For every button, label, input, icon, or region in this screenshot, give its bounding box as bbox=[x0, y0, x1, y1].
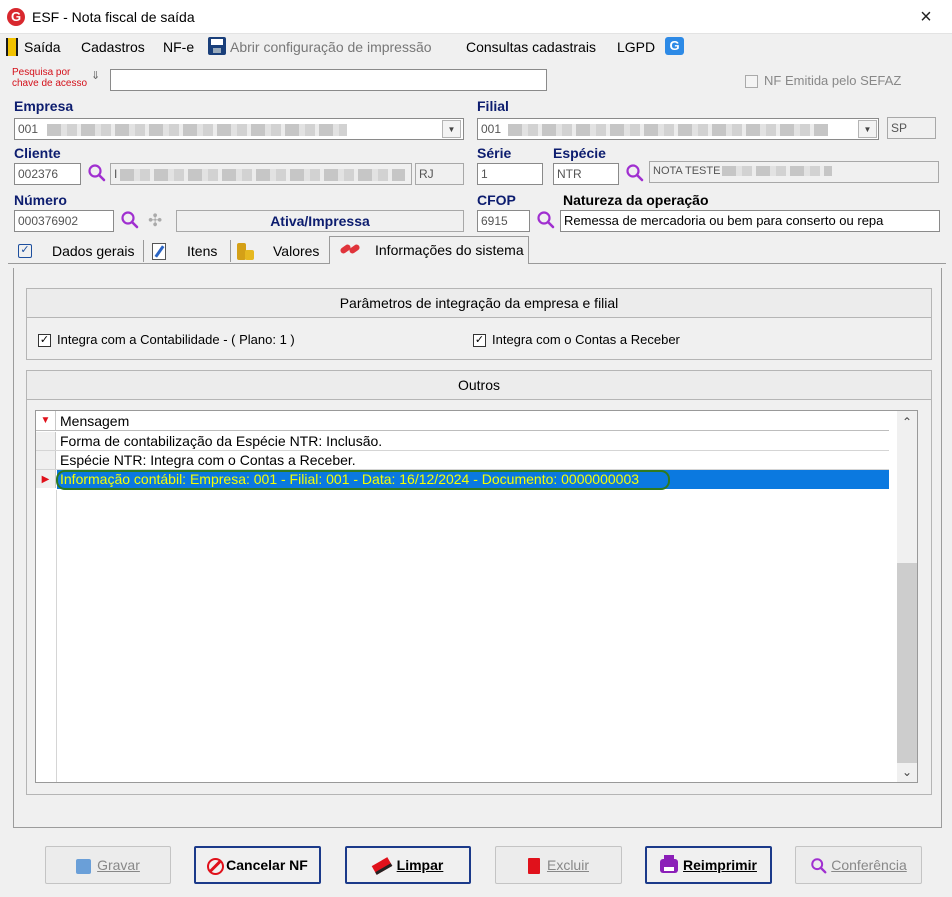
menu-consultas-cadastrais[interactable]: Consultas cadastrais bbox=[466, 37, 596, 57]
exit-door-icon bbox=[6, 38, 18, 56]
integra-contabilidade-checkbox[interactable]: ✓ Integra com a Contabilidade - ( Plano: … bbox=[38, 332, 295, 348]
serie-label: Série bbox=[477, 145, 512, 161]
window-title: ESF - Nota fiscal de saída bbox=[32, 9, 195, 25]
menu-saida[interactable]: Saída bbox=[24, 37, 61, 57]
numero-field[interactable]: 000376902 bbox=[14, 210, 114, 232]
especie-desc-field: NOTA TESTE bbox=[649, 161, 939, 183]
grid-header: ▼ Mensagem bbox=[36, 411, 889, 431]
filial-uf: SP bbox=[887, 117, 936, 139]
lgpd-logo-icon[interactable]: G bbox=[665, 37, 684, 55]
natureza-field[interactable]: Remessa de mercadoria ou bem para conser… bbox=[560, 210, 940, 232]
trash-icon bbox=[527, 858, 540, 875]
cliente-label: Cliente bbox=[14, 145, 61, 161]
edit-document-icon bbox=[152, 243, 166, 260]
checkbox-icon: ✓ bbox=[18, 244, 32, 258]
menu-cadastros[interactable]: Cadastros bbox=[81, 37, 145, 57]
table-row[interactable]: Espécie NTR: Integra com o Contas a Rece… bbox=[36, 451, 889, 470]
arrow-down-icon: ⇓ bbox=[91, 70, 101, 82]
status-ativa-impressa: Ativa/Impressa bbox=[176, 210, 464, 232]
cancelar-nf-button[interactable]: Cancelar NF bbox=[194, 846, 321, 884]
sort-arrow-icon: ▼ bbox=[36, 411, 56, 430]
integra-contas-receber-checkbox[interactable]: ✓ Integra com o Contas a Receber bbox=[473, 332, 680, 348]
app-logo-icon: G bbox=[7, 8, 25, 26]
coins-icon bbox=[237, 243, 254, 260]
menu-lgpd[interactable]: LGPD bbox=[617, 37, 655, 57]
floppy-disk-icon bbox=[208, 37, 226, 55]
empresa-select[interactable]: 001 bbox=[14, 118, 464, 140]
close-window-button[interactable]: × bbox=[911, 4, 941, 30]
printer-icon bbox=[660, 855, 679, 874]
chevron-up-icon[interactable]: ⌃ bbox=[897, 412, 917, 432]
gravar-button[interactable]: Gravar bbox=[45, 846, 171, 884]
excluir-button[interactable]: Excluir bbox=[495, 846, 622, 884]
row-indicator-column bbox=[36, 490, 57, 782]
tab-dados-gerais[interactable]: ✓ Dados gerais bbox=[10, 238, 143, 264]
filial-label: Filial bbox=[477, 98, 509, 114]
reimprimir-button[interactable]: Reimprimir bbox=[645, 846, 772, 884]
tab-informacoes-sistema[interactable]: Informações do sistema bbox=[329, 236, 529, 264]
outros-title: Outros bbox=[26, 370, 932, 400]
tab-itens[interactable]: Itens bbox=[148, 238, 230, 264]
numero-label: Número bbox=[14, 192, 67, 208]
especie-label: Espécie bbox=[553, 145, 606, 161]
chevron-down-icon[interactable]: ▼ bbox=[442, 120, 461, 138]
eraser-icon bbox=[371, 857, 392, 876]
cliente-name-field: I bbox=[110, 163, 412, 185]
chevron-down-icon[interactable]: ⌄ bbox=[897, 762, 917, 782]
search-input[interactable] bbox=[110, 69, 547, 91]
column-mensagem[interactable]: Mensagem bbox=[60, 411, 129, 431]
floppy-disk-icon bbox=[76, 858, 92, 874]
cfop-field[interactable]: 6915 bbox=[477, 210, 530, 232]
especie-code-field[interactable]: NTR bbox=[553, 163, 619, 185]
integration-title: Parâmetros de integração da empresa e fi… bbox=[26, 288, 932, 318]
search-magnifier-icon[interactable] bbox=[536, 210, 556, 230]
nf-emitida-checkbox: NF Emitida pelo SEFAZ bbox=[745, 73, 901, 89]
filial-select[interactable]: 001 bbox=[477, 118, 879, 140]
menu-abrir-configuracao[interactable]: Abrir configuração de impressão bbox=[230, 37, 432, 57]
search-magnifier-icon[interactable] bbox=[87, 163, 107, 183]
cliente-code-field[interactable]: 002376 bbox=[14, 163, 81, 185]
cancel-icon bbox=[207, 857, 225, 875]
menu-nfe[interactable]: NF-e bbox=[163, 37, 194, 57]
search-magnifier-icon bbox=[811, 858, 827, 874]
plus-icon[interactable]: ✣ bbox=[148, 210, 162, 232]
natureza-label: Natureza da operação bbox=[563, 192, 709, 208]
search-magnifier-icon[interactable] bbox=[625, 163, 645, 183]
empresa-label: Empresa bbox=[14, 98, 74, 114]
cliente-uf: RJ bbox=[415, 163, 464, 185]
limpar-button[interactable]: Limpar bbox=[345, 846, 471, 884]
serie-field[interactable]: 1 bbox=[477, 163, 543, 185]
cfop-label: CFOP bbox=[477, 192, 516, 208]
chevron-down-icon[interactable]: ▼ bbox=[858, 120, 877, 138]
search-label: Pesquisa por chave de acesso bbox=[12, 67, 88, 89]
table-row[interactable]: Forma de contabilização da Espécie NTR: … bbox=[36, 432, 889, 451]
conferencia-button[interactable]: Conferência bbox=[795, 846, 922, 884]
search-magnifier-icon[interactable] bbox=[120, 210, 140, 230]
scrollbar-thumb[interactable] bbox=[897, 563, 917, 763]
tab-valores[interactable]: Valores bbox=[235, 238, 327, 264]
pills-icon bbox=[339, 243, 362, 257]
table-row-selected[interactable]: ▶ Informação contábil: Empresa: 001 - Fi… bbox=[36, 470, 889, 490]
